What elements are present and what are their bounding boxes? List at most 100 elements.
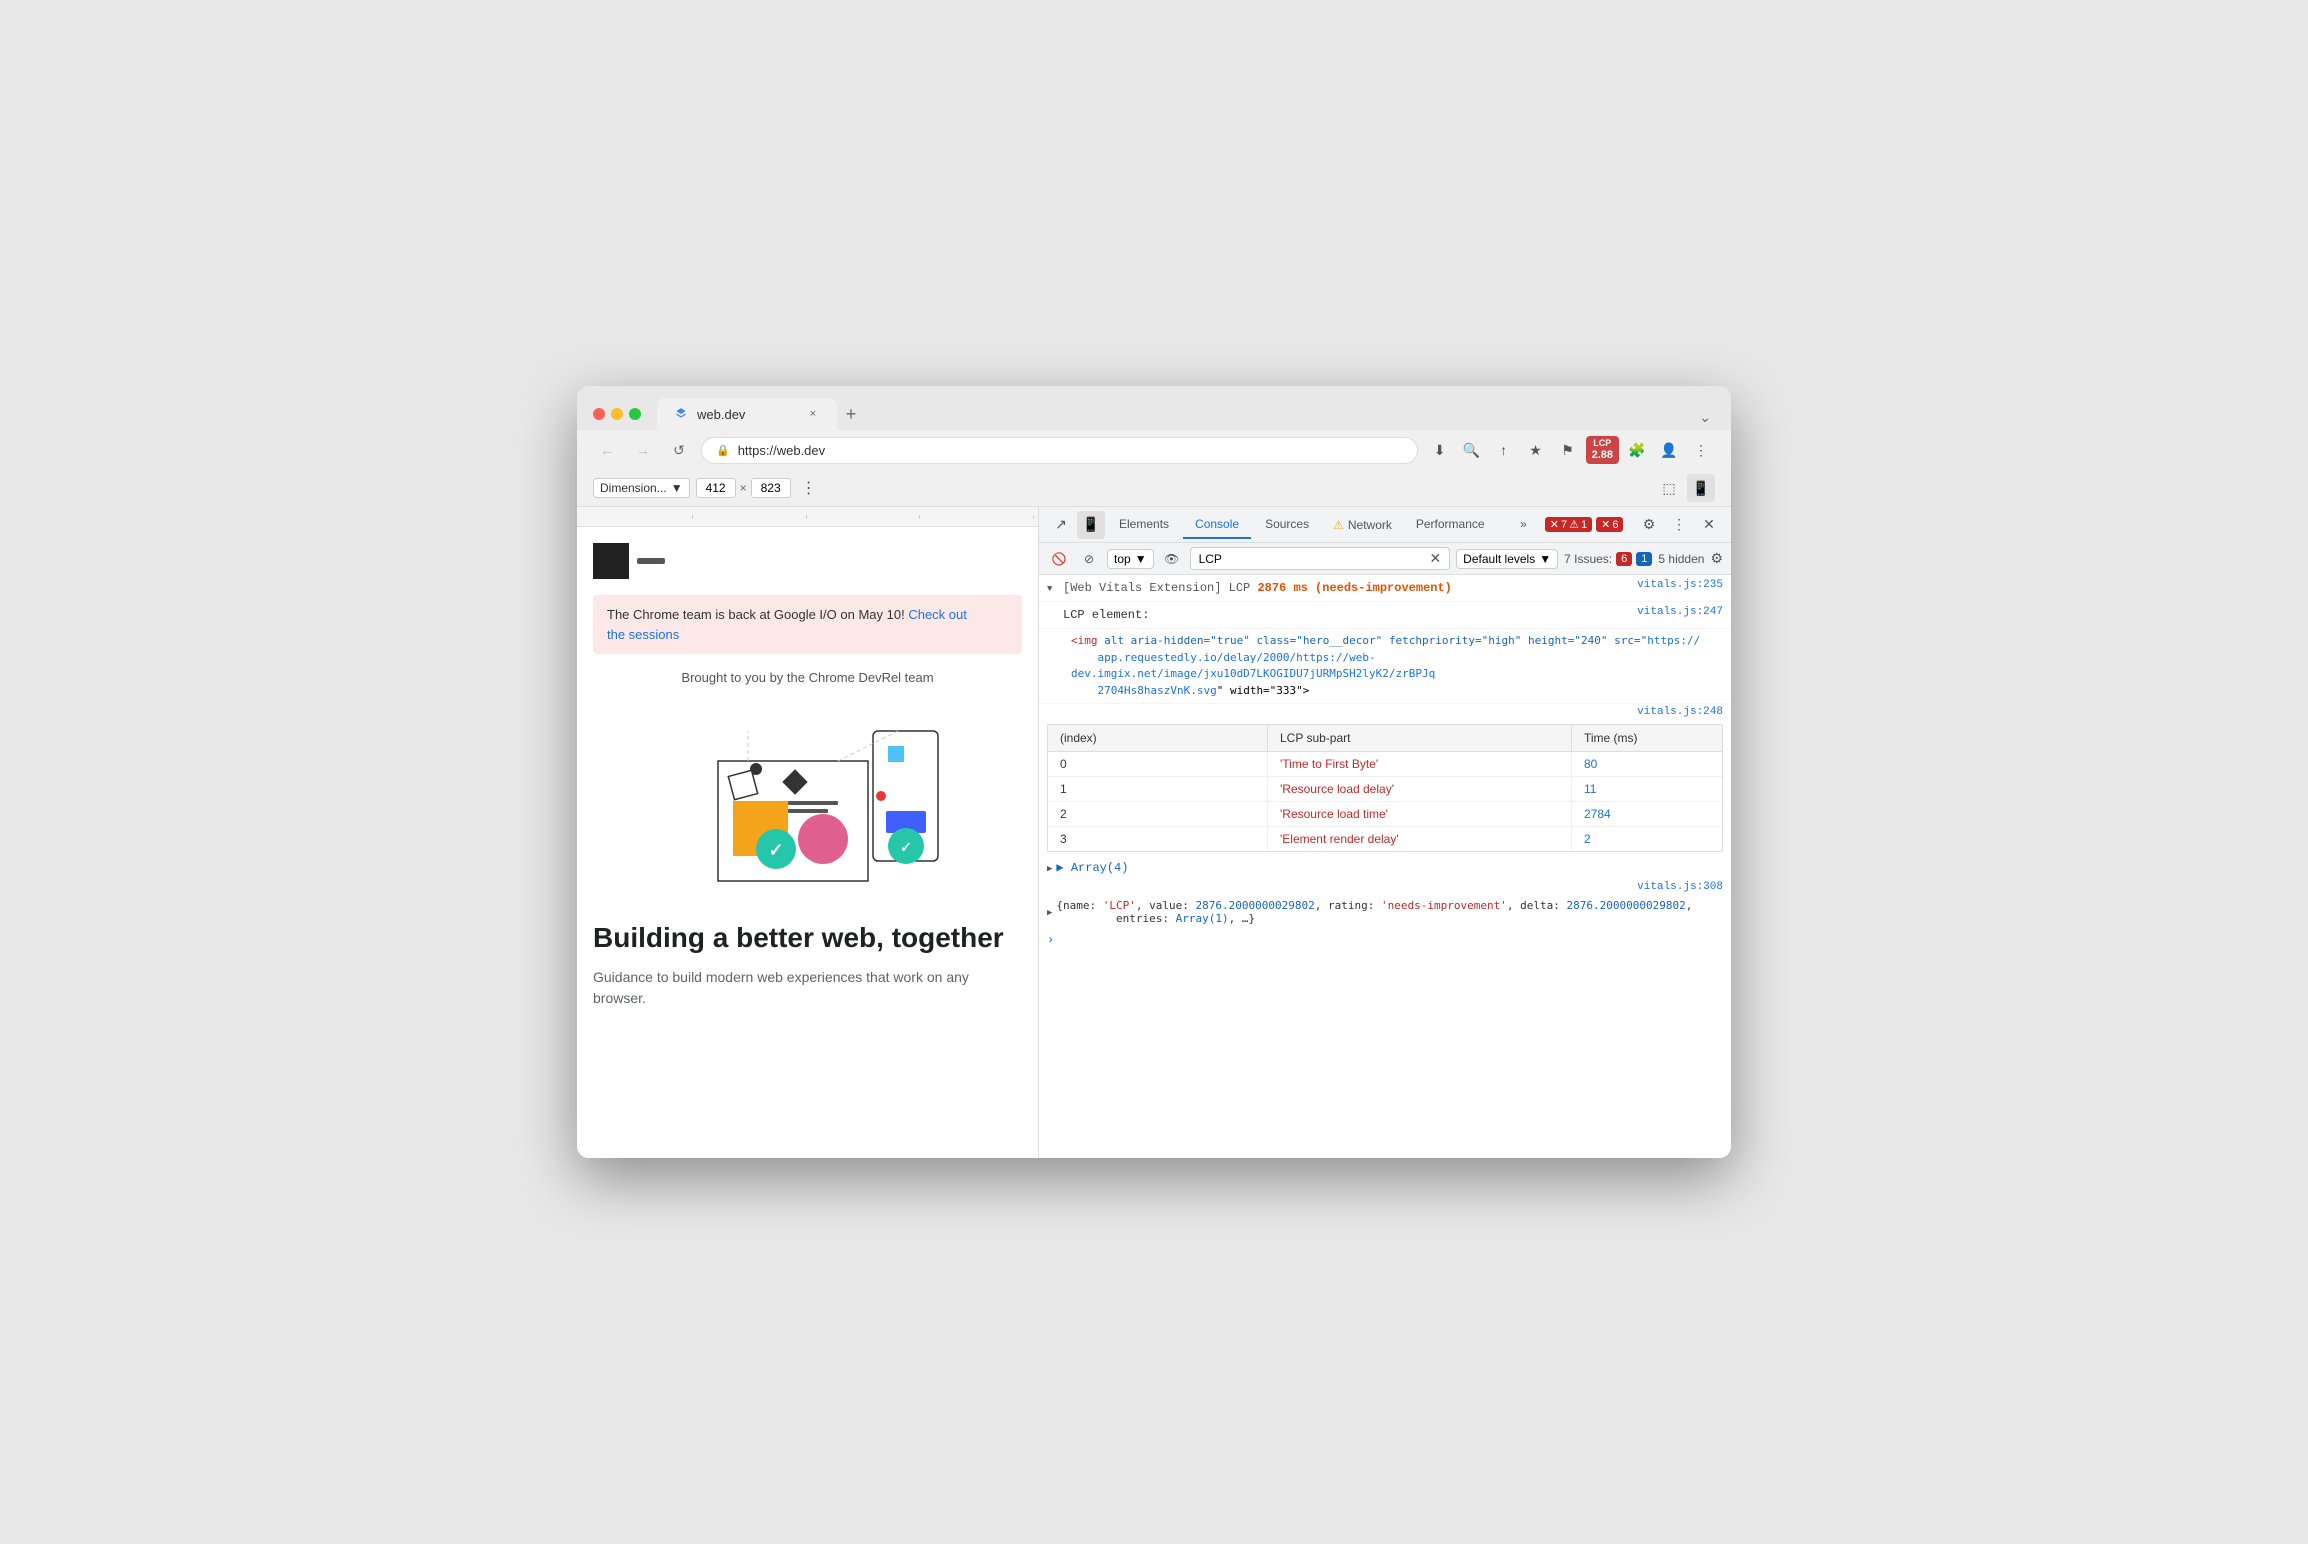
maximize-button[interactable] bbox=[629, 408, 641, 420]
error-icon: ✕ bbox=[1550, 518, 1559, 531]
close-devtools-button[interactable]: ✕ bbox=[1695, 511, 1723, 539]
height-input[interactable] bbox=[751, 478, 791, 498]
html-width-attr: " width="333"> bbox=[1217, 684, 1310, 697]
svg-text:✓: ✓ bbox=[768, 840, 783, 860]
profile-icon[interactable]: 👤 bbox=[1655, 436, 1683, 464]
console-settings-icon[interactable]: ⚙ bbox=[1710, 550, 1723, 567]
html-code-text: <img alt aria-hidden="true" class="hero_… bbox=[1071, 633, 1723, 699]
html-attr-alt: alt bbox=[1104, 634, 1131, 647]
illustration-svg: ✓ ✓ bbox=[668, 701, 948, 901]
devtools-device-icon[interactable]: 📱 bbox=[1077, 511, 1105, 539]
tabs-chevron-icon[interactable]: ⌄ bbox=[1695, 405, 1715, 430]
more-options-icon[interactable]: ⋮ bbox=[1665, 511, 1693, 539]
webpage-panel: The Chrome team is back at Google I/O on… bbox=[577, 507, 1039, 1158]
expand-lcp-icon[interactable] bbox=[1047, 581, 1059, 595]
search-bar: ✕ bbox=[1190, 547, 1451, 570]
url-bar[interactable]: 🔒 https://web.dev bbox=[701, 437, 1418, 464]
console-entry-lcp-element: LCP element: vitals.js:247 bbox=[1039, 602, 1731, 629]
dimension-label: Dimension... bbox=[600, 481, 667, 495]
minimize-button[interactable] bbox=[611, 408, 623, 420]
menu-icon[interactable]: ⋮ bbox=[1687, 436, 1715, 464]
main-area: The Chrome team is back at Google I/O on… bbox=[577, 507, 1731, 1158]
dimension-selector[interactable]: Dimension... ▼ bbox=[593, 478, 690, 498]
warning-icon: ⚠ bbox=[1333, 518, 1344, 532]
issues-count: 7 Issues: 6 1 bbox=[1564, 552, 1652, 566]
table-file-ref[interactable]: vitals.js:248 bbox=[1637, 706, 1723, 718]
error-count2: 6 bbox=[1612, 519, 1618, 531]
share-icon[interactable]: ↑ bbox=[1490, 436, 1518, 464]
top-selector-label: top bbox=[1114, 552, 1131, 566]
devtools-dock-icon[interactable]: ⬚ bbox=[1655, 474, 1683, 502]
warning-count-badge: ⚠ bbox=[1569, 518, 1579, 531]
web-heading: Building a better web, together bbox=[593, 921, 1022, 955]
web-header bbox=[593, 543, 1022, 579]
td-index-3: 3 bbox=[1048, 827, 1268, 851]
responsive-tick bbox=[695, 515, 807, 519]
back-button[interactable]: ← bbox=[593, 436, 621, 464]
obj-expand-icon[interactable] bbox=[1047, 905, 1052, 919]
clear-console-button[interactable]: 🚫 bbox=[1047, 547, 1071, 571]
issues-label: 7 Issues: bbox=[1564, 552, 1612, 566]
close-button[interactable] bbox=[593, 408, 605, 420]
dimension-inputs: × bbox=[696, 478, 791, 498]
lcp-element-text: LCP element: bbox=[1063, 606, 1633, 624]
download-icon[interactable]: ⬇ bbox=[1426, 436, 1454, 464]
web-tagline: Brought to you by the Chrome DevRel team bbox=[593, 670, 1022, 685]
settings-icon[interactable]: ⚙ bbox=[1635, 511, 1663, 539]
array-expand-icon[interactable] bbox=[1047, 861, 1052, 875]
td-subpart-1: 'Resource load delay' bbox=[1268, 777, 1572, 801]
lcp-file-ref[interactable]: vitals.js:235 bbox=[1637, 579, 1723, 591]
top-selector[interactable]: top ▼ bbox=[1107, 549, 1154, 569]
width-input[interactable] bbox=[696, 478, 736, 498]
responsive-bar bbox=[577, 507, 1038, 527]
console-content[interactable]: [Web Vitals Extension] LCP 2876 ms (need… bbox=[1039, 575, 1731, 1158]
element-file-ref[interactable]: vitals.js:247 bbox=[1637, 606, 1723, 618]
td-time-0: 80 bbox=[1572, 752, 1722, 776]
devtools-mobile-icon[interactable]: 📱 bbox=[1687, 474, 1715, 502]
lock-icon: 🔒 bbox=[716, 444, 730, 457]
lcp-table-row: 2 'Resource load time' 2784 bbox=[1048, 802, 1722, 827]
array-entry[interactable]: ▶ Array(4) bbox=[1039, 856, 1731, 879]
active-tab[interactable]: web.dev × bbox=[657, 398, 837, 430]
levels-label: Default levels bbox=[1463, 552, 1535, 566]
tab-more[interactable]: » bbox=[1508, 511, 1539, 539]
lcp-badge-label: LCP bbox=[1593, 438, 1611, 449]
tab-network[interactable]: ⚠ Network bbox=[1323, 512, 1402, 538]
html-attr-height: height="240" bbox=[1528, 634, 1607, 647]
tab-elements[interactable]: Elements bbox=[1107, 511, 1181, 539]
td-time-3: 2 bbox=[1572, 827, 1722, 851]
console-toolbar: 🚫 ⊘ top ▼ 👁 ✕ Default levels ▼ 7 Issues: bbox=[1039, 543, 1731, 575]
error-badge: ✕ 7 ⚠ 1 bbox=[1545, 517, 1592, 532]
flag-icon[interactable]: ⚑ bbox=[1554, 436, 1582, 464]
top-selector-chevron: ▼ bbox=[1135, 552, 1147, 566]
tab-close-button[interactable]: × bbox=[805, 406, 821, 422]
html-attr-fetch: fetchpriority="high" bbox=[1389, 634, 1521, 647]
devtools-inspect-icon[interactable]: ↗ bbox=[1047, 511, 1075, 539]
console-search-input[interactable] bbox=[1199, 552, 1430, 566]
levels-selector[interactable]: Default levels ▼ bbox=[1456, 549, 1558, 569]
prompt-input[interactable] bbox=[1058, 933, 1723, 947]
extensions-icon[interactable]: 🧩 bbox=[1623, 436, 1651, 464]
forward-button[interactable]: → bbox=[629, 436, 657, 464]
tab-sources[interactable]: Sources bbox=[1253, 511, 1321, 539]
search-clear-icon[interactable]: ✕ bbox=[1429, 550, 1441, 567]
console-entry-lcp-header: [Web Vitals Extension] LCP 2876 ms (need… bbox=[1039, 575, 1731, 602]
reload-button[interactable]: ↺ bbox=[665, 436, 693, 464]
search-icon[interactable]: 🔍 bbox=[1458, 436, 1486, 464]
tab-performance[interactable]: Performance bbox=[1404, 511, 1497, 539]
console-entry-html: <img alt aria-hidden="true" class="hero_… bbox=[1039, 629, 1731, 704]
dimension-separator: × bbox=[740, 481, 747, 495]
eye-icon[interactable]: 👁 bbox=[1160, 547, 1184, 571]
dimension-more-button[interactable]: ⋮ bbox=[797, 476, 821, 500]
error-icon2: ✕ bbox=[1601, 518, 1610, 531]
td-subpart-0: 'Time to First Byte' bbox=[1268, 752, 1572, 776]
url-text: https://web.dev bbox=[738, 443, 825, 458]
filter-icon[interactable]: ⊘ bbox=[1077, 547, 1101, 571]
obj-text: {name: 'LCP', value: 2876.2000000029802,… bbox=[1056, 899, 1692, 925]
new-tab-button[interactable]: + bbox=[837, 400, 865, 428]
tab-console[interactable]: Console bbox=[1183, 511, 1251, 539]
bookmark-icon[interactable]: ★ bbox=[1522, 436, 1550, 464]
nav-bar: ← → ↺ 🔒 https://web.dev ⬇ 🔍 ↑ ★ ⚑ LCP 2.… bbox=[577, 430, 1731, 470]
lcp-badge[interactable]: LCP 2.88 bbox=[1586, 436, 1619, 464]
obj-file-ref[interactable]: vitals.js:308 bbox=[1637, 881, 1723, 893]
